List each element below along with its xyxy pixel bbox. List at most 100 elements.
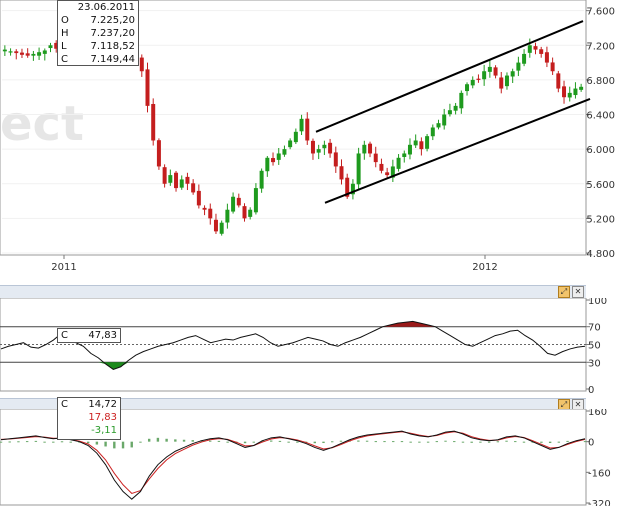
macd-histogram-bar xyxy=(156,437,160,442)
price-candle-body xyxy=(259,170,264,189)
macd-histogram-bar xyxy=(8,441,11,443)
price-candle-body xyxy=(333,152,338,167)
price-candle-body xyxy=(476,78,481,80)
price-candle-body xyxy=(219,222,224,234)
macd-histogram-bar xyxy=(130,441,133,448)
price-candle-body xyxy=(236,197,241,206)
macd-histogram-bar xyxy=(418,441,421,443)
macd-tooltip-label: C xyxy=(61,399,68,410)
macd-histogram-bar xyxy=(191,440,194,442)
price-candle-body xyxy=(2,49,7,52)
rsi-y-tick-label: 30 xyxy=(588,358,601,369)
price-candle-body xyxy=(533,46,538,50)
macd-histogram-bar xyxy=(165,438,168,442)
price-tooltip: 23.06.2011 O 7.225,20 H 7.237,20 L 7.118,52… xyxy=(57,0,139,66)
price-candle-body xyxy=(248,209,253,217)
price-y-tick-label: 5.200 xyxy=(586,214,615,225)
macd-histogram-bar xyxy=(339,440,343,442)
macd-histogram-bar xyxy=(409,441,412,443)
price-candle-body xyxy=(579,86,584,90)
macd-tooltip: C 14,72 17,83 -3,11 xyxy=(57,397,121,440)
price-candle-body xyxy=(316,149,321,153)
macd-histogram-bar xyxy=(60,441,64,443)
price-candle-body xyxy=(174,172,179,189)
rsi-close-button[interactable]: ✕ xyxy=(572,286,584,298)
price-candle-body xyxy=(442,114,447,126)
macd-histogram-bar xyxy=(52,441,55,443)
price-candle-body xyxy=(202,207,207,210)
price-candle-body xyxy=(231,196,236,212)
price-candle-body xyxy=(8,51,13,53)
price-x-tick-label: 2012 xyxy=(472,262,497,273)
macd-histogram-bar xyxy=(252,441,255,443)
rsi-tooltip-label: C xyxy=(61,330,68,341)
high-value: 7.237,20 xyxy=(90,28,135,39)
macd-histogram-bar xyxy=(583,441,587,443)
macd-histogram-bar xyxy=(470,441,473,443)
price-candle-body xyxy=(510,71,515,77)
close-label: C xyxy=(61,54,68,65)
price-candle-body xyxy=(453,105,458,111)
price-candle-body xyxy=(396,157,401,169)
price-candle-body xyxy=(504,75,509,87)
price-candle-body xyxy=(499,77,504,89)
watermark-text: ect xyxy=(0,96,84,152)
macd-histogram-bar xyxy=(243,441,247,444)
price-candle-body xyxy=(288,140,293,148)
price-candle-body xyxy=(310,140,315,154)
macd-histogram-bar xyxy=(453,441,456,443)
price-candle-body xyxy=(276,153,281,160)
macd-histogram-bar xyxy=(113,441,116,449)
rsi-tooltip-value: 47,83 xyxy=(88,330,117,341)
macd-histogram-bar xyxy=(522,441,526,443)
price-candle-body xyxy=(282,149,287,155)
price-y-tick-label: 6.800 xyxy=(586,76,615,87)
rsi-y-tick-label: 70 xyxy=(588,323,601,334)
macd-histogram-bar xyxy=(104,441,107,447)
price-y-tick-label: 6.000 xyxy=(586,145,615,156)
macd-histogram-bar xyxy=(487,441,491,443)
macd-histogram-bar xyxy=(540,441,543,443)
price-y-tick-label: 5.600 xyxy=(586,180,615,191)
price-candle-body xyxy=(562,86,567,98)
macd-y-tick-label: 160 xyxy=(588,409,607,418)
price-y-tick-label: 4.800 xyxy=(586,249,615,260)
price-candle-body xyxy=(493,67,498,76)
price-candle-body xyxy=(447,110,452,115)
price-candle-body xyxy=(145,69,150,106)
price-candle-body xyxy=(567,92,572,98)
price-candle-body xyxy=(482,71,487,80)
macd-histogram-bar xyxy=(548,441,552,444)
macd-histogram-bar xyxy=(357,440,360,442)
macd-histogram-bar xyxy=(444,440,447,442)
price-candle-body xyxy=(179,179,184,188)
macd-histogram-bar xyxy=(270,440,273,442)
rsi-restore-button[interactable]: ⤢ xyxy=(558,286,570,298)
rsi-chart: 100 70 50 30 0 xyxy=(0,298,607,393)
macd-histogram-bar xyxy=(278,440,282,442)
macd-histogram-bar xyxy=(226,441,229,443)
chart-root: { "chart_data": [ { "panel": "price", "t… xyxy=(0,0,620,506)
price-tooltip-date: 23.06.2011 xyxy=(77,2,135,13)
price-candle-body xyxy=(550,62,555,72)
price-candle-body xyxy=(425,136,430,149)
macd-y-tick-label: 0 xyxy=(588,438,594,449)
price-candle-body xyxy=(299,118,304,132)
price-candle-body xyxy=(328,142,333,154)
price-candle-body xyxy=(196,190,201,206)
price-candle-body xyxy=(156,140,161,167)
macd-histogram-bar xyxy=(43,441,46,443)
high-label: H xyxy=(61,28,69,39)
close-value: 7.149,44 xyxy=(90,54,135,65)
price-candle-body xyxy=(42,50,47,54)
macd-histogram-bar xyxy=(182,439,186,442)
price-candle-body xyxy=(322,144,327,149)
price-candle-body xyxy=(368,143,373,154)
price-candle-body xyxy=(25,53,30,56)
macd-histogram-bar xyxy=(95,441,99,445)
price-candle-body xyxy=(465,84,470,92)
rsi-y-tick-label: 100 xyxy=(588,298,607,307)
price-candle-body xyxy=(573,88,578,96)
price-candle-body xyxy=(19,52,24,55)
price-candle-body xyxy=(242,206,247,219)
